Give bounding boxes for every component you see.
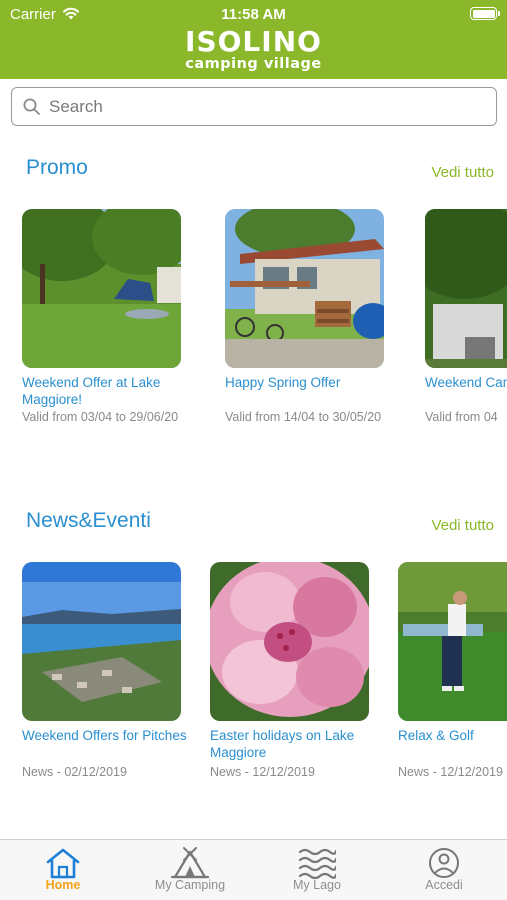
tab-label: My Camping [154, 878, 226, 892]
battery-icon [470, 7, 500, 20]
news-card[interactable]: Relax & Golf News - 12/12/2019 [398, 562, 507, 782]
tab-home[interactable]: Home [0, 840, 126, 900]
tab-label: Home [45, 878, 81, 892]
isolino-logo: ISOLINO camping village [0, 25, 507, 73]
news-section-title: News&Eventi [26, 509, 151, 532]
pink-flower-photo [210, 562, 369, 721]
app-header: Carrier 11:58 AM ISOLINO camping village [0, 0, 507, 79]
promo-see-all-link[interactable]: Vedi tutto [431, 164, 494, 181]
news-card-title: Weekend Offers for Pitches [22, 728, 187, 743]
status-bar: Carrier 11:58 AM [0, 0, 507, 28]
promo-card-validity: Valid from 14/04 to 30/05/20 [225, 410, 382, 424]
aerial-lake-photo [22, 562, 181, 721]
search-bar[interactable] [11, 87, 497, 126]
promo-section-title: Promo [26, 156, 88, 179]
golf-photo [398, 562, 507, 721]
user-icon [429, 848, 459, 878]
news-card-date: News - 12/12/2019 [210, 765, 315, 779]
tab-label: My Lago [293, 878, 341, 892]
news-card-date: News - 12/12/2019 [398, 765, 503, 779]
tab-bar: Home My Camping My Lago Accedi [0, 839, 507, 900]
news-see-all-link[interactable]: Vedi tutto [431, 517, 494, 534]
search-input[interactable] [49, 94, 479, 120]
news-card-title: Relax & Golf [398, 728, 474, 743]
caravan-photo [425, 209, 507, 368]
news-card-date: News - 02/12/2019 [22, 765, 127, 779]
promo-card[interactable]: Weekend Camping in September Valid from … [425, 209, 507, 429]
promo-card-title: Weekend Offer at Lake Maggiore! [22, 375, 161, 407]
tab-my-lago[interactable]: My Lago [254, 840, 380, 900]
promo-card-title: Happy Spring Offer [225, 375, 341, 390]
mobile-home-photo [225, 209, 384, 368]
search-icon [23, 98, 40, 115]
promo-card-title: Weekend Camping in September [425, 375, 507, 390]
clock: 11:58 AM [221, 6, 286, 23]
logo-tagline: camping village [185, 56, 322, 72]
waves-icon [298, 848, 336, 880]
tent-icon [171, 847, 209, 879]
tab-accedi[interactable]: Accedi [381, 840, 507, 900]
home-icon [46, 848, 80, 879]
promo-card-validity: Valid from 03/04 to 29/06/20 [22, 410, 179, 424]
tab-my-camping[interactable]: My Camping [127, 840, 253, 900]
promo-card-validity: Valid from 04 [425, 410, 498, 424]
logo-wordmark: ISOLINO [185, 25, 322, 58]
news-card-title: Easter holidays on Lake Maggiore [210, 728, 355, 760]
camping-meadow-photo [22, 209, 181, 368]
tab-label: Accedi [425, 878, 463, 892]
